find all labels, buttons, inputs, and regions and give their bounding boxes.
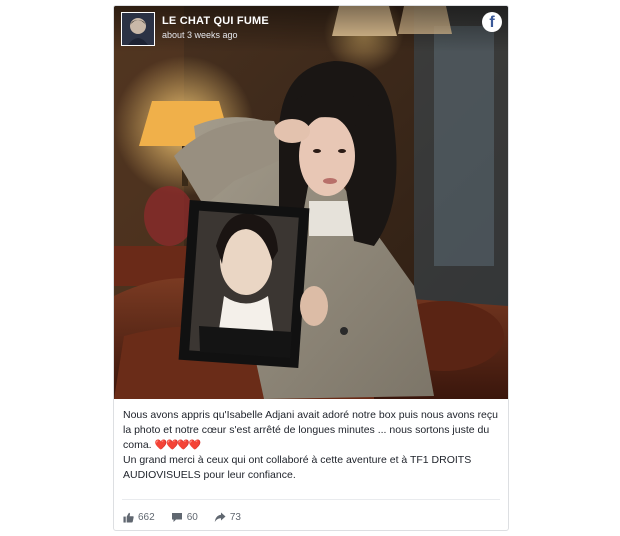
post-photo[interactable]: LE CHAT QUI FUME about 3 weeks ago f <box>114 6 508 399</box>
page-avatar[interactable] <box>121 12 155 46</box>
divider <box>122 499 500 500</box>
post-photo-image <box>114 6 508 399</box>
shares-stat[interactable]: 73 <box>214 512 241 523</box>
post-stats: 662 60 73 <box>123 510 257 524</box>
comment-icon <box>171 512 182 522</box>
caption-paragraph-1: Nous avons appris qu'Isabelle Adjani ava… <box>123 408 501 453</box>
likes-stat[interactable]: 662 <box>123 512 155 523</box>
heart-emoji-icons: ❤️❤️❤️❤️ <box>154 440 202 451</box>
avatar-image <box>122 13 154 45</box>
post-timestamp[interactable]: about 3 weeks ago <box>162 30 238 40</box>
caption-paragraph-2: Un grand merci à ceux qui ont collaboré … <box>123 454 472 481</box>
comments-stat[interactable]: 60 <box>171 512 198 523</box>
shares-count: 73 <box>229 511 241 523</box>
likes-count: 662 <box>138 511 155 523</box>
post-header: LE CHAT QUI FUME about 3 weeks ago f <box>114 6 508 52</box>
share-arrow-icon <box>214 512 226 522</box>
page-name[interactable]: LE CHAT QUI FUME <box>162 15 269 27</box>
facebook-icon[interactable]: f <box>482 12 502 32</box>
social-post-card: LE CHAT QUI FUME about 3 weeks ago f Nou… <box>113 5 509 531</box>
thumbs-up-icon <box>123 512 134 523</box>
comments-count: 60 <box>186 511 198 523</box>
post-caption: Nous avons appris qu'Isabelle Adjani ava… <box>123 408 501 483</box>
